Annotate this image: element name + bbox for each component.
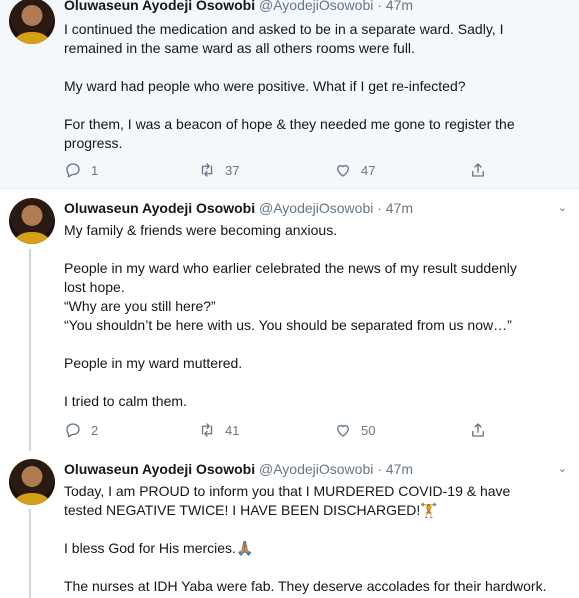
tweet-line-blank bbox=[64, 335, 574, 354]
tweet-line: “You shouldn’t be here with us. You shou… bbox=[64, 317, 512, 333]
author-handle[interactable]: @AyodejiOsowobi · 47m bbox=[259, 0, 413, 13]
share-button[interactable] bbox=[469, 160, 487, 180]
tweet-line: My ward had people who were positive. Wh… bbox=[64, 78, 466, 94]
like-button[interactable]: 47 bbox=[334, 160, 375, 180]
author-handle[interactable]: @AyodejiOsowobi · 47m bbox=[259, 461, 413, 477]
tweet-line: progress. bbox=[64, 135, 123, 151]
tweet-line: People in my ward muttered. bbox=[64, 355, 243, 371]
reply-button[interactable]: 1 bbox=[64, 160, 98, 180]
like-icon bbox=[337, 164, 349, 177]
tweet-line-blank bbox=[64, 240, 574, 259]
tweet-1[interactable]: Oluwaseun Ayodeji Osowobi @AyodejiOsowob… bbox=[0, 0, 579, 188]
share-button[interactable] bbox=[469, 420, 487, 440]
tweet-text: My family & friends were becoming anxiou… bbox=[64, 221, 574, 411]
tweet-line: For them, I was a beacon of hope & they … bbox=[64, 116, 515, 132]
thread-line bbox=[29, 509, 31, 598]
retweet-icon bbox=[201, 423, 213, 437]
retweet-icon bbox=[201, 163, 213, 177]
reply-count: 2 bbox=[91, 422, 99, 438]
author-name[interactable]: Oluwaseun Ayodeji Osowobi bbox=[64, 0, 255, 13]
tweet-line: The nurses at IDH Yaba were fab. They de… bbox=[64, 578, 547, 594]
tweet-text: I continued the medication and asked to … bbox=[64, 20, 574, 153]
tweet-line-blank bbox=[64, 58, 574, 77]
avatar[interactable] bbox=[9, 459, 55, 505]
author-name[interactable]: Oluwaseun Ayodeji Osowobi bbox=[64, 200, 255, 216]
tweet-line-blank bbox=[64, 373, 574, 392]
retweet-count: 41 bbox=[225, 422, 240, 438]
tweet-line-blank bbox=[64, 558, 574, 577]
tweet-2[interactable]: Oluwaseun Ayodeji Osowobi @AyodejiOsowob… bbox=[0, 189, 579, 451]
like-button[interactable]: 50 bbox=[334, 420, 375, 440]
tweet-line: tested NEGATIVE TWICE! I HAVE BEEN DISCH… bbox=[64, 502, 438, 518]
share-icon bbox=[472, 423, 484, 437]
like-icon bbox=[337, 424, 349, 437]
avatar[interactable] bbox=[9, 0, 55, 44]
tweet-line: “Why are you still here?” bbox=[64, 298, 216, 314]
avatar[interactable] bbox=[9, 198, 55, 244]
chevron-down-icon[interactable]: ⌄ bbox=[558, 462, 567, 475]
tweet-header: Oluwaseun Ayodeji Osowobi @AyodejiOsowob… bbox=[64, 461, 413, 477]
tweet-header: Oluwaseun Ayodeji Osowobi @AyodejiOsowob… bbox=[64, 200, 413, 216]
retweet-button[interactable]: 41 bbox=[198, 420, 239, 440]
tweet-line: lost hope. bbox=[64, 279, 125, 295]
tweet-3[interactable]: Oluwaseun Ayodeji Osowobi @AyodejiOsowob… bbox=[0, 451, 579, 598]
retweet-button[interactable]: 37 bbox=[198, 160, 239, 180]
tweet-line: remained in the same ward as all others … bbox=[64, 40, 415, 56]
tweet-line-blank bbox=[64, 96, 574, 115]
retweet-count: 37 bbox=[225, 162, 240, 178]
tweet-actions: 2 41 50 bbox=[64, 420, 504, 440]
tweet-line-blank bbox=[64, 520, 574, 539]
reply-count: 1 bbox=[91, 162, 99, 178]
like-count: 47 bbox=[361, 162, 376, 178]
tweet-line: I tried to calm them. bbox=[64, 393, 187, 409]
author-name[interactable]: Oluwaseun Ayodeji Osowobi bbox=[64, 461, 255, 477]
like-count: 50 bbox=[361, 422, 376, 438]
tweet-text: Today, I am PROUD to inform you that I M… bbox=[64, 482, 574, 596]
reply-icon bbox=[66, 423, 80, 438]
tweet-header: Oluwaseun Ayodeji Osowobi @AyodejiOsowob… bbox=[64, 0, 413, 13]
tweet-line: People in my ward who earlier celebrated… bbox=[64, 260, 517, 276]
chevron-down-icon[interactable]: ⌄ bbox=[558, 201, 567, 214]
reply-icon bbox=[66, 163, 80, 178]
tweet-line: Today, I am PROUD to inform you that I M… bbox=[64, 483, 511, 499]
tweet-actions: 1 37 47 bbox=[64, 160, 504, 180]
reply-button[interactable]: 2 bbox=[64, 420, 98, 440]
tweet-line: I continued the medication and asked to … bbox=[64, 21, 504, 37]
author-handle[interactable]: @AyodejiOsowobi · 47m bbox=[259, 200, 413, 216]
tweet-line: I bless God for His mercies.🙏🏽 bbox=[64, 540, 254, 556]
share-icon bbox=[472, 163, 484, 177]
tweet-line: My family & friends were becoming anxiou… bbox=[64, 222, 338, 238]
thread-line bbox=[29, 249, 31, 451]
